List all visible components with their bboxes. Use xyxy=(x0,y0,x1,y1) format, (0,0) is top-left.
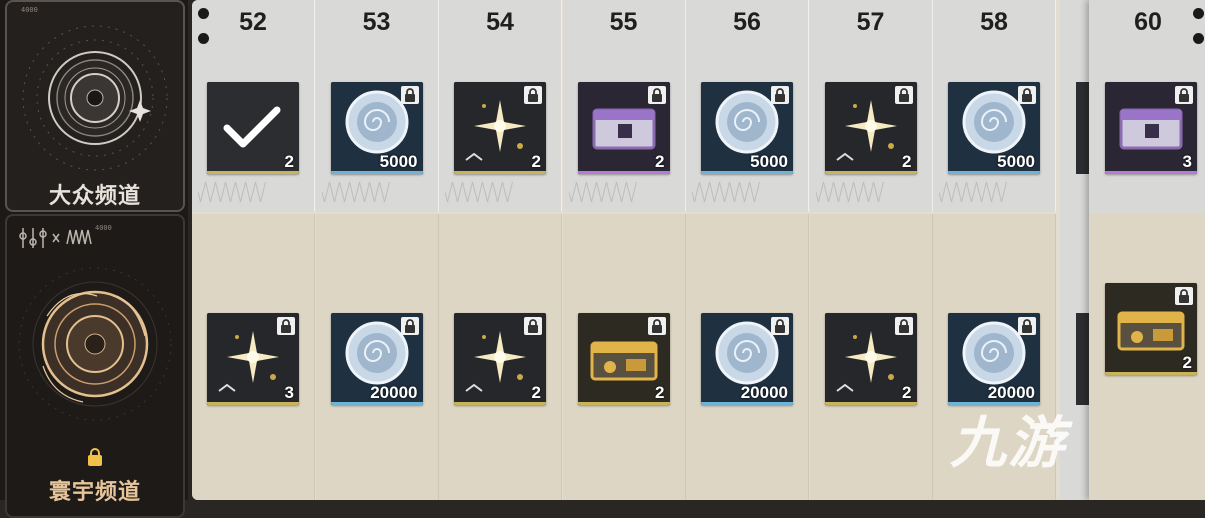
pin-top-right-2 xyxy=(1193,33,1204,44)
level-number: 53 xyxy=(362,8,391,36)
lock-icon xyxy=(277,317,295,335)
reward-item[interactable]: 5000 xyxy=(701,82,793,174)
reward-quantity: 3 xyxy=(1182,152,1192,171)
level-column: 53 5000 20000 xyxy=(315,0,439,500)
waveform-decoration xyxy=(939,181,1007,203)
reward-quantity: 20000 xyxy=(370,383,418,402)
level-number: 60 xyxy=(1134,8,1162,36)
level-column: 52 2 3 xyxy=(192,0,315,500)
lock-icon xyxy=(400,86,419,104)
reward-quantity: 2 xyxy=(284,152,294,171)
lock-icon xyxy=(1018,86,1036,104)
reward-item[interactable]: 5000 xyxy=(330,82,423,174)
lock-icon xyxy=(524,86,542,104)
reward-quantity: 2 xyxy=(1182,353,1192,372)
reward-quantity: 2 xyxy=(531,152,541,171)
reward-quantity: 2 xyxy=(655,152,665,171)
level-column: 57 2 2 xyxy=(809,0,933,500)
lock-icon xyxy=(88,448,102,466)
level-column: 56 5000 20000 xyxy=(686,0,809,500)
reward-quantity: 3 xyxy=(284,383,294,402)
lock-icon xyxy=(1175,287,1193,305)
reward-item[interactable]: 2 xyxy=(824,82,917,174)
level-column: 55 2 2 xyxy=(562,0,686,500)
waveform-decoration xyxy=(815,181,884,203)
lock-icon xyxy=(524,317,542,335)
lock-icon xyxy=(1018,317,1036,335)
lock-icon xyxy=(771,317,789,335)
waveform-decoration xyxy=(321,181,390,203)
featured-level-column: 60 3 2 xyxy=(1089,0,1205,500)
reward-item[interactable]: 2 xyxy=(1105,283,1197,375)
reward-item[interactable]: 20000 xyxy=(330,313,423,405)
lock-icon xyxy=(400,317,419,335)
channel-code: 4000 xyxy=(95,224,112,232)
level-number: 52 xyxy=(239,8,267,36)
reward-item[interactable]: 2 xyxy=(454,313,546,405)
lock-icon xyxy=(1175,86,1193,104)
reward-quantity: 20000 xyxy=(740,383,788,402)
reward-item[interactable]: 3 xyxy=(207,313,299,405)
reward-quantity: 5000 xyxy=(379,152,418,171)
reward-item[interactable]: 2 xyxy=(454,82,546,174)
reward-quantity: 2 xyxy=(655,383,665,402)
waveform-decoration xyxy=(445,181,513,203)
reward-item[interactable]: 20000 xyxy=(701,313,793,405)
level-number: 56 xyxy=(733,8,761,36)
pin-top-right xyxy=(1193,8,1204,19)
level-number: 57 xyxy=(856,8,885,36)
reward-quantity: 2 xyxy=(902,383,912,402)
reward-item[interactable]: 2 xyxy=(824,313,917,405)
reward-item[interactable]: 3 xyxy=(1105,82,1197,174)
channel-title: 寰宇频道 xyxy=(48,479,141,504)
level-number: 55 xyxy=(609,8,638,36)
channel-card-universal[interactable]: 4000 寰宇频道 xyxy=(5,214,185,518)
reward-item[interactable]: 2 xyxy=(207,82,299,174)
channel-card-public[interactable]: 4000 大众频道 xyxy=(5,0,185,212)
pin-top-left xyxy=(198,8,209,19)
channel-panel: 4000 大众频道 4000 寰宇频道 xyxy=(0,0,188,518)
pin-top-left-2 xyxy=(198,33,209,44)
lock-icon xyxy=(894,317,913,335)
equalizer-icon xyxy=(19,228,92,248)
watermark-logo: 九游 xyxy=(950,411,1066,474)
waveform-decoration xyxy=(568,181,637,203)
waveform-decoration xyxy=(692,181,760,203)
lock-icon xyxy=(771,86,789,104)
vinyl-record-icon xyxy=(22,25,168,171)
lock-icon xyxy=(894,86,913,104)
lock-icon xyxy=(647,86,666,104)
reward-item[interactable]: 2 xyxy=(577,313,670,405)
waveform-decoration xyxy=(198,181,266,203)
level-number: 58 xyxy=(980,8,1008,36)
lock-icon xyxy=(647,317,666,335)
golden-record-icon xyxy=(18,267,172,421)
reward-item[interactable]: 5000 xyxy=(948,82,1040,174)
level-column: 54 2 2 xyxy=(439,0,562,500)
reward-quantity: 5000 xyxy=(997,152,1035,171)
channel-title: 大众频道 xyxy=(48,183,141,208)
reward-quantity: 5000 xyxy=(750,152,788,171)
reward-item[interactable]: 2 xyxy=(577,82,670,174)
reward-item[interactable]: 20000 xyxy=(948,313,1040,405)
reward-quantity: 2 xyxy=(902,152,912,171)
level-number: 54 xyxy=(486,8,514,36)
reward-quantity: 2 xyxy=(531,383,541,402)
